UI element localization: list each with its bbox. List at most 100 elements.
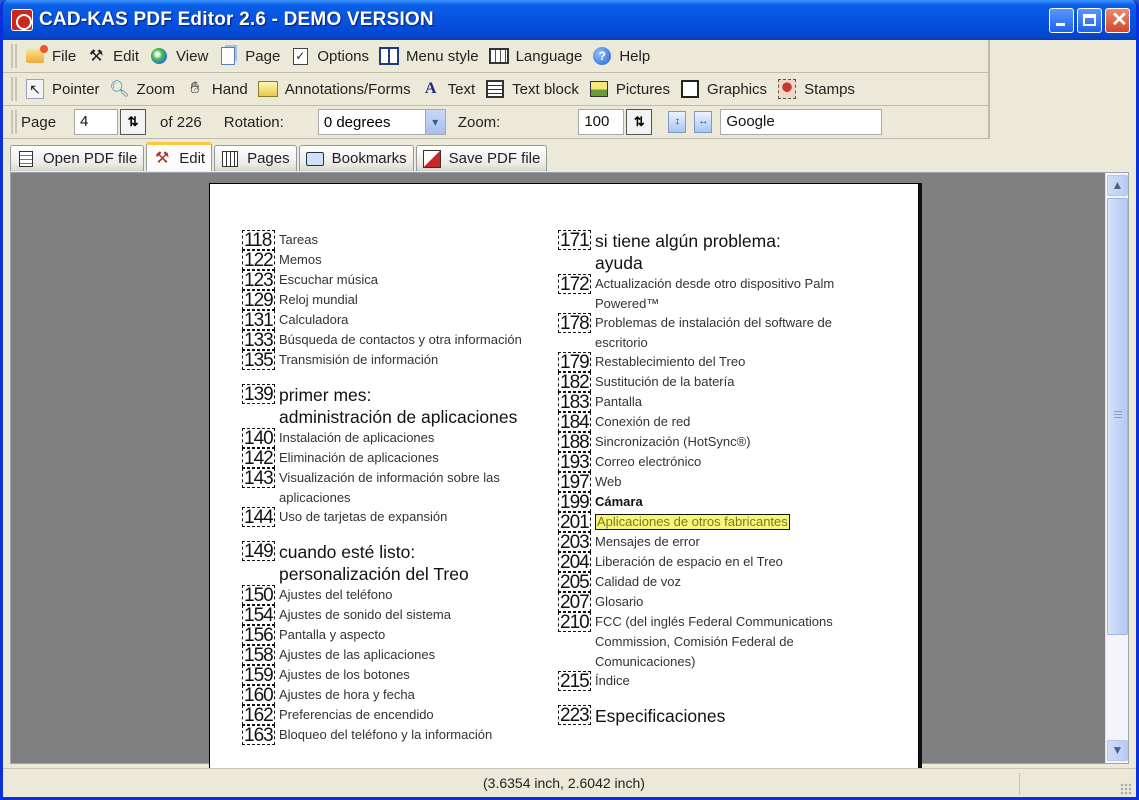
title-bar[interactable]: CAD-KAS PDF Editor 2.6 - DEMO VERSION ✕ bbox=[3, 0, 1136, 40]
search-input[interactable]: Google bbox=[720, 109, 883, 135]
toc-page-number[interactable]: 171 bbox=[558, 230, 591, 250]
toc-entry-line: Powered™ bbox=[595, 295, 660, 311]
tab-pages[interactable]: Pages bbox=[214, 145, 297, 171]
toc-page-number[interactable]: 144 bbox=[242, 507, 275, 528]
toc-page-number[interactable]: 122 bbox=[242, 250, 275, 270]
menu-view[interactable]: View bbox=[145, 43, 212, 69]
toc-page-number[interactable]: 133 bbox=[242, 330, 275, 350]
tool-stamps[interactable]: Stamps bbox=[773, 76, 859, 102]
tab-save-pdf-file[interactable]: Save PDF file bbox=[415, 145, 548, 171]
pointer-icon: ↖ bbox=[25, 79, 45, 99]
toc-page-number[interactable]: 197 bbox=[558, 472, 591, 493]
toc-page-number[interactable]: 150 bbox=[242, 585, 275, 606]
toc-page-number[interactable]: 163 bbox=[242, 725, 275, 746]
rotation-select[interactable]: 0 degrees ▾ bbox=[317, 109, 446, 135]
toc-page-number[interactable]: 205 bbox=[558, 572, 591, 593]
toc-entry-line: Calculadora bbox=[279, 312, 349, 327]
toc-entry-text: Eliminación de aplicaciones bbox=[279, 448, 439, 468]
menu-language[interactable]: Language bbox=[485, 43, 587, 69]
toc-page-number[interactable]: 203 bbox=[558, 532, 591, 553]
pdf-page[interactable]: 118 Tareas 122 Memos 123 Escuchar música 129 Re… bbox=[209, 183, 919, 783]
tool-pictures[interactable]: Pictures bbox=[585, 76, 674, 102]
toc-page-number[interactable]: 223 bbox=[558, 705, 591, 726]
toc-page-number[interactable]: 160 bbox=[242, 685, 275, 706]
toc-page-number[interactable]: 159 bbox=[242, 665, 275, 686]
toc-entry: 118 Tareas bbox=[242, 230, 522, 250]
toc-page-number[interactable]: 201 bbox=[558, 512, 591, 533]
page-spinner[interactable]: ⇅ bbox=[120, 109, 147, 135]
menu-menu-style[interactable]: Menu style bbox=[375, 43, 483, 69]
toc-page-number[interactable]: 118 bbox=[242, 230, 275, 250]
toc-page-number[interactable]: 123 bbox=[242, 270, 275, 290]
toolbar-grip[interactable] bbox=[11, 110, 17, 134]
toolbar-grip[interactable] bbox=[11, 77, 17, 101]
close-button[interactable]: ✕ bbox=[1105, 8, 1130, 33]
highlight-annotation[interactable]: Aplicaciones de otros fabricantes bbox=[595, 514, 790, 531]
scroll-down-button[interactable]: ▼ bbox=[1107, 740, 1128, 761]
zoom-input[interactable]: 100 bbox=[578, 109, 625, 135]
toc-entry-line: Cámara bbox=[595, 494, 643, 510]
tool-text-block[interactable]: Text block bbox=[481, 76, 583, 102]
tab-label: Open PDF file bbox=[43, 150, 138, 167]
toc-page-number[interactable]: 178 bbox=[558, 313, 591, 334]
toc-page-number[interactable]: 140 bbox=[242, 428, 275, 448]
fit-width-icon[interactable]: ↔ bbox=[694, 111, 713, 133]
tool-graphics[interactable]: Graphics bbox=[676, 76, 771, 102]
tab-bookmarks[interactable]: Bookmarks bbox=[298, 145, 414, 171]
toc-page-number[interactable]: 139 bbox=[242, 384, 275, 404]
toc-page-number[interactable]: 131 bbox=[242, 310, 275, 330]
toc-entry-line: Problemas de instalación del software de bbox=[595, 315, 833, 331]
tab-edit[interactable]: ⚒ Edit bbox=[146, 142, 213, 171]
tool-text[interactable]: A Text bbox=[417, 76, 480, 102]
toc-page-number[interactable]: 129 bbox=[242, 290, 275, 310]
toc-page-number[interactable]: 204 bbox=[558, 552, 591, 573]
tools-toolbar: ↖ Pointer 🔍︎ Zoom ✋︎ Hand Annotations/Forms… bbox=[3, 73, 990, 106]
toc-page-number[interactable]: 188 bbox=[558, 432, 591, 453]
toc-page-number[interactable]: 156 bbox=[242, 625, 275, 646]
menu-options[interactable]: ✓ Options bbox=[286, 43, 373, 69]
tool-annotations[interactable]: Annotations/Forms bbox=[254, 76, 415, 102]
toc-page-number[interactable]: 199 bbox=[558, 492, 591, 513]
toc-page-number[interactable]: 193 bbox=[558, 452, 591, 473]
toc-entry-text: Tareas bbox=[279, 230, 318, 250]
tool-pointer-label: Pointer bbox=[52, 80, 100, 98]
scrollbar-thumb[interactable] bbox=[1107, 198, 1128, 635]
menu-page[interactable]: Page bbox=[214, 43, 284, 69]
tool-hand[interactable]: ✋︎ Hand bbox=[181, 76, 252, 102]
tool-zoom[interactable]: 🔍︎ Zoom bbox=[106, 76, 179, 102]
zoom-spinner[interactable]: ⇅ bbox=[626, 109, 653, 135]
toc-page-number[interactable]: 179 bbox=[558, 352, 591, 373]
toc-page-number[interactable]: 142 bbox=[242, 448, 275, 468]
toc-page-number[interactable]: 210 bbox=[558, 612, 591, 633]
toc-page-number[interactable]: 183 bbox=[558, 392, 591, 413]
page-number-input[interactable]: 4 bbox=[74, 109, 119, 135]
toc-page-number[interactable]: 215 bbox=[558, 671, 591, 692]
minimize-button[interactable] bbox=[1049, 8, 1074, 33]
toc-page-number[interactable]: 207 bbox=[558, 592, 591, 613]
tool-pointer[interactable]: ↖ Pointer bbox=[21, 76, 104, 102]
toc-page-number[interactable]: 158 bbox=[242, 645, 275, 666]
menu-edit[interactable]: ⚒ Edit bbox=[82, 43, 143, 69]
toc-page-number[interactable]: 154 bbox=[242, 605, 275, 626]
toc-entry-line: Búsqueda de contactos y otra información bbox=[279, 332, 522, 347]
toc-page-number[interactable]: 184 bbox=[558, 412, 591, 433]
toc-page-number[interactable]: 135 bbox=[242, 350, 275, 370]
menu-help[interactable]: ? Help bbox=[588, 43, 654, 69]
fit-height-icon[interactable]: ↕ bbox=[668, 111, 687, 133]
chevron-down-icon[interactable]: ▾ bbox=[424, 110, 445, 134]
toc-entry-text: FCC (del inglés Federal Communications Co… bbox=[595, 612, 833, 671]
menu-file[interactable]: File bbox=[21, 43, 80, 69]
resize-grip-icon[interactable] bbox=[1120, 783, 1132, 795]
toc-page-number[interactable]: 162 bbox=[242, 705, 275, 726]
document-viewport[interactable]: 118 Tareas 122 Memos 123 Escuchar música 129 Re… bbox=[10, 172, 1129, 783]
toolbar-grip[interactable] bbox=[11, 44, 17, 68]
scroll-up-button[interactable]: ▲ bbox=[1107, 175, 1128, 196]
toc-page-number[interactable]: 182 bbox=[558, 372, 591, 393]
maximize-button[interactable] bbox=[1077, 8, 1102, 33]
toc-page-number[interactable]: 149 bbox=[242, 541, 275, 562]
toc-page-number[interactable]: 172 bbox=[558, 274, 591, 294]
tab-open-pdf-file[interactable]: Open PDF file bbox=[10, 145, 145, 171]
vertical-scrollbar[interactable]: ▲ ▼ bbox=[1105, 173, 1128, 763]
app-logo-icon bbox=[11, 9, 33, 31]
toc-page-number[interactable]: 143 bbox=[242, 468, 275, 488]
